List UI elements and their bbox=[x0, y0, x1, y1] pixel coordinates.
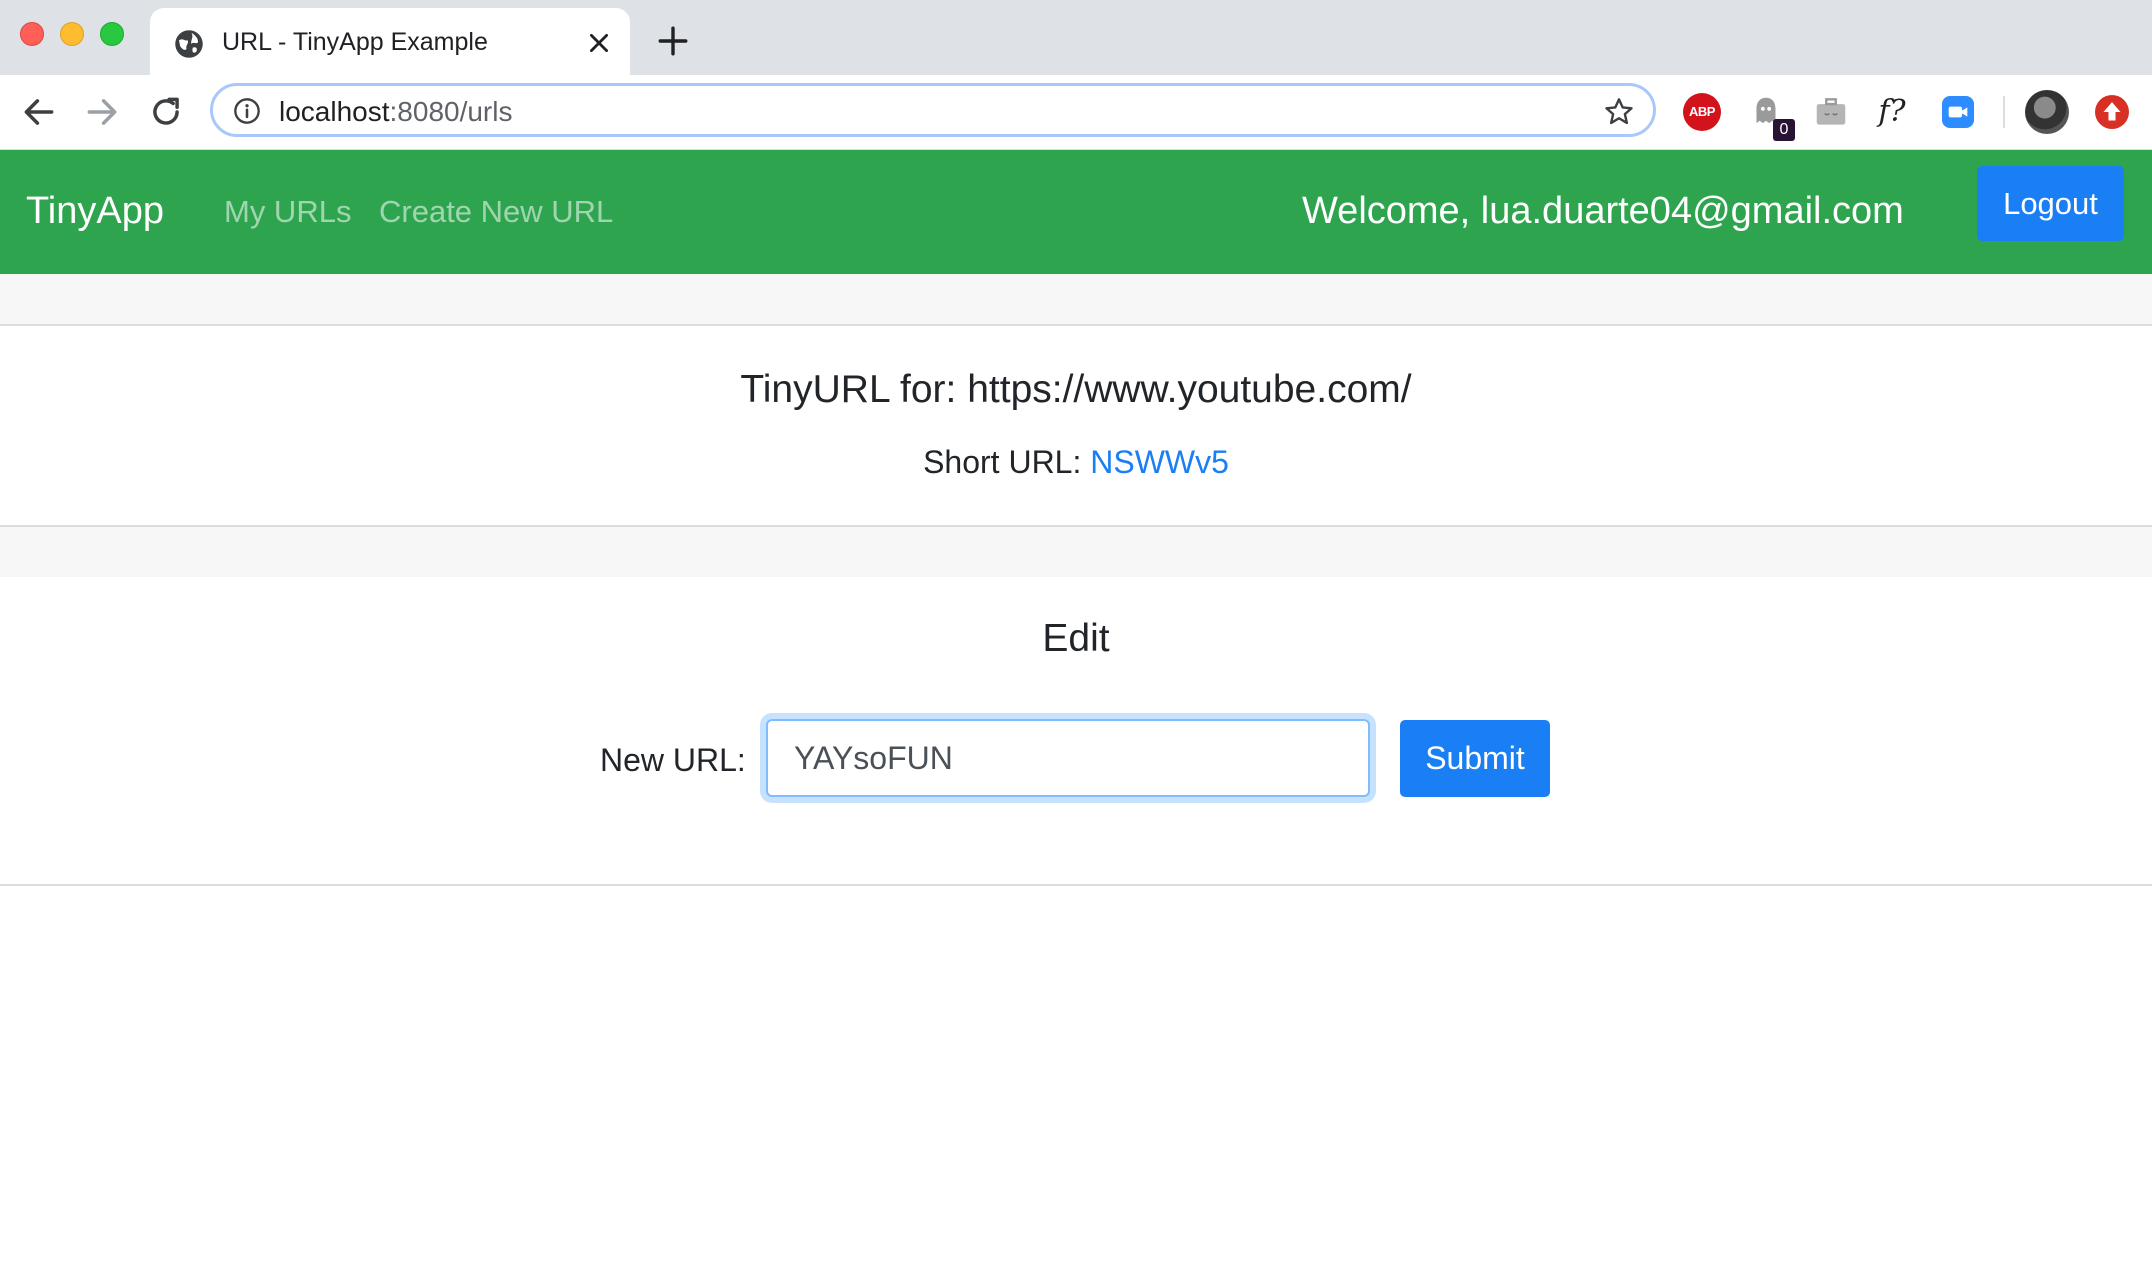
toolbar-divider bbox=[2003, 96, 2005, 128]
bookmark-star-icon[interactable] bbox=[1603, 96, 1635, 128]
nav-link-my-urls[interactable]: My URLs bbox=[224, 194, 351, 230]
short-url-label: Short URL: bbox=[923, 444, 1091, 480]
address-bar[interactable]: localhost:8080/urls bbox=[210, 83, 1656, 137]
page-title: TinyURL for: https://www.youtube.com/ bbox=[740, 368, 1412, 411]
adblock-extension-icon[interactable]: ABP bbox=[1683, 93, 1721, 131]
briefcase-extension-icon[interactable] bbox=[1812, 93, 1850, 131]
address-path: :8080/urls bbox=[389, 96, 513, 127]
edit-heading: Edit bbox=[1042, 617, 1110, 660]
nav-link-create-new-url[interactable]: Create New URL bbox=[379, 194, 613, 230]
brand-logo-link[interactable]: TinyApp bbox=[26, 190, 164, 233]
new-url-label: New URL: bbox=[600, 742, 746, 778]
plus-icon[interactable] bbox=[656, 24, 690, 58]
back-arrow-icon[interactable] bbox=[20, 93, 58, 131]
browser-tabstrip: URL - TinyApp Example bbox=[0, 0, 2152, 75]
browser-tab-active[interactable]: URL - TinyApp Example bbox=[150, 8, 630, 75]
logout-button[interactable]: Logout bbox=[1977, 166, 2124, 241]
video-camera-icon bbox=[1948, 106, 1968, 118]
globe-icon bbox=[175, 30, 203, 58]
app-navbar: TinyApp My URLs Create New URL Welcome, … bbox=[0, 150, 2152, 274]
info-icon[interactable] bbox=[233, 97, 261, 125]
page-background-band bbox=[0, 274, 2152, 324]
window-close-button[interactable] bbox=[20, 22, 44, 46]
ghostery-count-badge: 0 bbox=[1773, 119, 1795, 141]
profile-avatar[interactable] bbox=[2025, 90, 2069, 134]
address-host: localhost bbox=[279, 96, 390, 127]
submit-button[interactable]: Submit bbox=[1400, 720, 1550, 797]
page-background-band bbox=[0, 527, 2152, 577]
short-url-line: Short URL: NSWWv5 bbox=[0, 444, 2152, 481]
formula-extension-icon[interactable]: f? bbox=[1873, 93, 1911, 131]
reload-icon[interactable] bbox=[147, 93, 185, 131]
zoom-extension-icon[interactable] bbox=[1942, 96, 1974, 128]
new-url-input[interactable] bbox=[766, 719, 1370, 797]
forward-arrow-icon[interactable] bbox=[83, 93, 121, 131]
update-extension-icon[interactable] bbox=[2095, 95, 2129, 129]
url-summary-card: TinyURL for: https://www.youtube.com/ Sh… bbox=[0, 324, 2152, 527]
short-url-link[interactable]: NSWWv5 bbox=[1090, 444, 1229, 480]
window-maximize-button[interactable] bbox=[100, 22, 124, 46]
ghostery-extension-icon[interactable]: 0 bbox=[1747, 93, 1795, 141]
window-minimize-button[interactable] bbox=[60, 22, 84, 46]
edit-card: Edit New URL: Submit bbox=[0, 577, 2152, 886]
briefcase-icon bbox=[1816, 98, 1846, 125]
welcome-message: Welcome, lua.duarte04@gmail.com bbox=[1302, 190, 1904, 232]
close-icon[interactable] bbox=[586, 30, 612, 56]
arrow-up-icon bbox=[2103, 102, 2121, 121]
tab-title: URL - TinyApp Example bbox=[222, 28, 488, 56]
address-text: localhost:8080/urls bbox=[279, 96, 512, 128]
